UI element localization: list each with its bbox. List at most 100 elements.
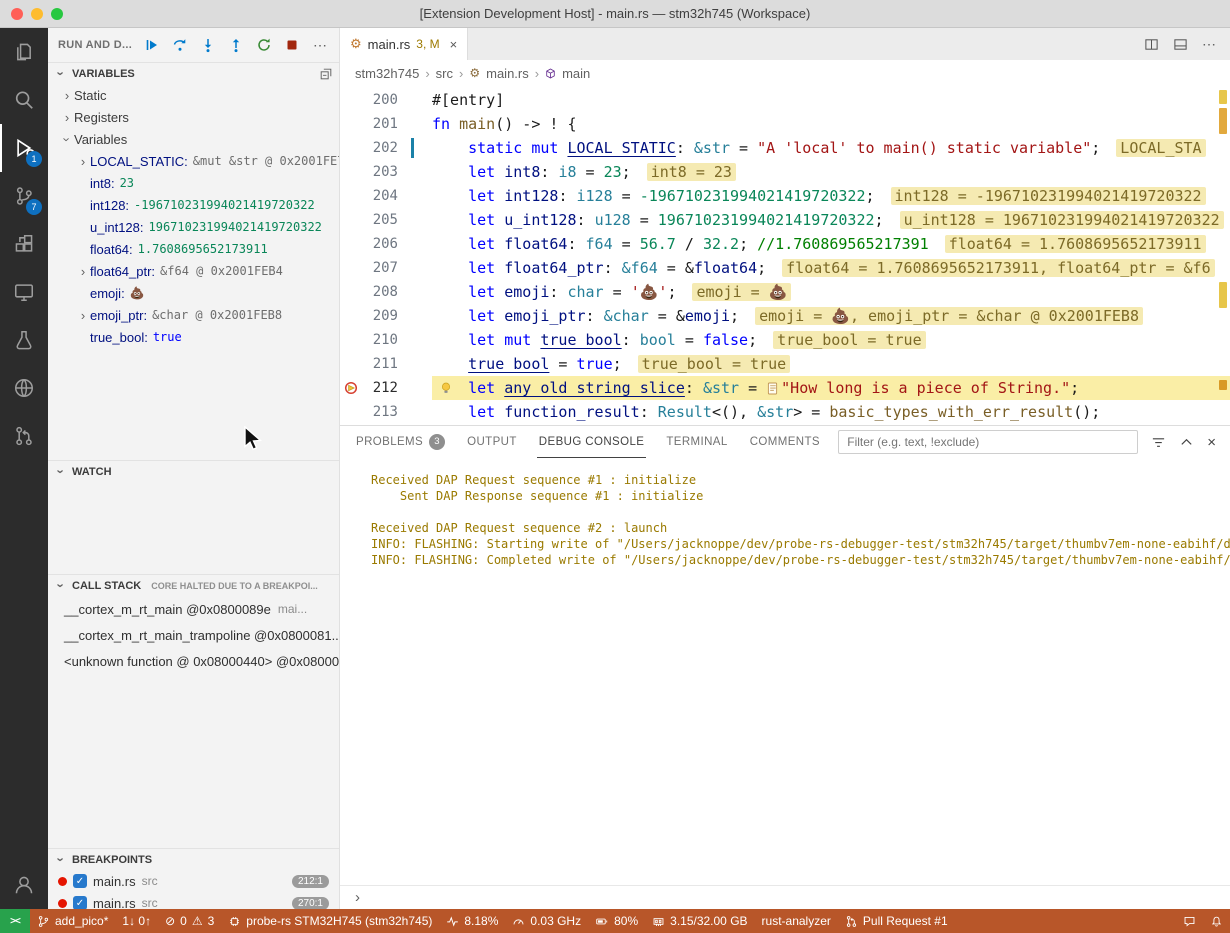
filter-lines-icon[interactable] [1151, 435, 1166, 450]
battery-item[interactable]: 80% [588, 909, 645, 933]
code-line[interactable]: 213 let function_result: Result<(), &str… [340, 400, 1230, 424]
breakpoint-row[interactable]: ✓main.rssrc212:1 [48, 870, 339, 892]
tab-main-rs[interactable]: ⚙ main.rs 3, M × [340, 28, 468, 60]
variable-row[interactable]: u_int128:196710231994021419720322 [48, 216, 339, 238]
minimize-window-icon[interactable] [31, 8, 43, 20]
variable-row[interactable]: int128:-196710231994021419720322 [48, 194, 339, 216]
variables-section-header[interactable]: › VARIABLES [48, 62, 339, 84]
split-editor-icon[interactable] [1144, 37, 1159, 52]
breadcrumb-item[interactable]: main [562, 66, 590, 81]
memory-item[interactable]: 3.15/32.00 GB [645, 909, 754, 933]
code-line[interactable]: 203 let int8: i8 = 23;int8 = 23 [340, 160, 1230, 184]
cpu-freq-item[interactable]: 0.03 GHz [505, 909, 588, 933]
activity-extensions[interactable] [0, 220, 48, 268]
variable-row[interactable]: ›float64_ptr:&f64 @ 0x2001FEB4 [48, 260, 339, 282]
breakpoint-checkbox[interactable]: ✓ [73, 896, 87, 909]
activity-pull-requests[interactable] [0, 412, 48, 460]
activity-source-control[interactable]: 7 [0, 172, 48, 220]
panel-tab-terminal[interactable]: TERMINAL [664, 426, 729, 458]
watch-section-header[interactable]: › WATCH [48, 460, 339, 482]
stop-button[interactable] [283, 36, 301, 54]
breakpoints-section-header[interactable]: › BREAKPOINTS [48, 848, 339, 870]
debug-console-input[interactable]: › [340, 885, 1230, 909]
step-into-button[interactable] [199, 36, 217, 54]
remote-indicator[interactable]: >< [0, 909, 30, 933]
collapse-all-icon[interactable] [319, 67, 333, 81]
step-out-button[interactable] [227, 36, 245, 54]
code-editor[interactable]: 200#[entry]201fn main() -> ! {202 static… [340, 86, 1230, 425]
code-line[interactable]: 204 let int128: i128 = -1967102319940214… [340, 184, 1230, 208]
breadcrumb-item[interactable]: stm32h745 [355, 66, 419, 81]
continue-button[interactable] [143, 36, 161, 54]
activity-explorer[interactable] [0, 28, 48, 76]
variable-row[interactable]: emoji:💩 [48, 282, 339, 304]
code-line[interactable]: 201fn main() -> ! { [340, 112, 1230, 136]
code-line[interactable]: 205 let u_int128: u128 = 196710231994021… [340, 208, 1230, 232]
code-line[interactable]: 212 let any_old_string_slice: &str = "Ho… [340, 376, 1230, 400]
activity-search[interactable] [0, 76, 48, 124]
variable-row[interactable]: true_bool:true [48, 326, 339, 348]
step-over-button[interactable] [171, 36, 189, 54]
debug-console-output[interactable]: Received DAP Request sequence #1 : initi… [340, 458, 1230, 885]
filter-input[interactable] [847, 435, 1129, 449]
variable-row[interactable]: ›Variables [48, 128, 339, 150]
code-line[interactable]: 202 static mut LOCAL_STATIC: &str = "A '… [340, 136, 1230, 160]
overview-ruler[interactable] [1216, 86, 1230, 425]
variable-row[interactable]: ›Static [48, 84, 339, 106]
code-line[interactable]: 210 let mut true_bool: bool = false;true… [340, 328, 1230, 352]
call-stack-frame[interactable]: <unknown function @ 0x08000440> @0x08000… [48, 648, 339, 674]
close-icon[interactable]: × [450, 37, 458, 52]
activity-github[interactable] [0, 364, 48, 412]
variable-row[interactable]: ›LOCAL_STATIC:&mut &str @ 0x2001FE78 [48, 150, 339, 172]
variable-row[interactable]: int8:23 [48, 172, 339, 194]
code-line[interactable]: 200#[entry] [340, 88, 1230, 112]
feedback-item[interactable] [1176, 909, 1203, 933]
call-stack-frame[interactable]: __cortex_m_rt_main_trampoline @0x0800081… [48, 622, 339, 648]
cpu-usage-item[interactable]: 8.18% [439, 909, 505, 933]
code-line[interactable]: 207 let float64_ptr: &f64 = &float64;flo… [340, 256, 1230, 280]
git-sync-item[interactable]: 1↓ 0↑ [115, 909, 158, 933]
code-line[interactable]: 211 true_bool = true;true_bool = true [340, 352, 1230, 376]
problems-item[interactable]: ⊘ 0 ⚠ 3 [158, 909, 221, 933]
activity-testing[interactable] [0, 316, 48, 364]
rust-analyzer-item[interactable]: rust-analyzer [755, 909, 838, 933]
maximize-panel-icon[interactable] [1179, 435, 1194, 450]
breakpoint-row[interactable]: ✓main.rssrc270:1 [48, 892, 339, 909]
git-branch-item[interactable]: add_pico* [30, 909, 115, 933]
close-panel-icon[interactable]: × [1207, 434, 1216, 451]
code-line[interactable]: 208 let emoji: char = '💩';emoji = 💩 [340, 280, 1230, 304]
code-line[interactable]: 206 let float64: f64 = 56.7 / 32.2; //1.… [340, 232, 1230, 256]
debug-more-actions-icon[interactable]: ⋯ [311, 36, 329, 54]
activity-remote-explorer[interactable] [0, 268, 48, 316]
panel-tab-debug-console[interactable]: DEBUG CONSOLE [537, 426, 647, 458]
pull-request-item[interactable]: Pull Request #1 [838, 909, 955, 933]
debug-target-item[interactable]: probe-rs STM32H745 (stm32h745) [221, 909, 439, 933]
code-token: emoji_ptr [504, 307, 585, 325]
call-stack-frame[interactable]: __cortex_m_rt_main @0x0800089emai... [48, 596, 339, 622]
activity-account[interactable] [0, 861, 48, 909]
console-filter[interactable] [838, 430, 1138, 454]
panel-tab-comments[interactable]: COMMENTS [748, 426, 822, 458]
call-stack-section-header[interactable]: › CALL STACK CORE HALTED DUE TO A BREAKP… [48, 574, 339, 596]
notifications-item[interactable] [1203, 909, 1230, 933]
line-number: 202 [362, 136, 398, 160]
close-window-icon[interactable] [11, 8, 23, 20]
breakpoint-current-line-icon[interactable] [340, 376, 362, 400]
lightbulb-icon[interactable] [439, 381, 453, 395]
code-line[interactable]: 209 let emoji_ptr: &char = &emoji;emoji … [340, 304, 1230, 328]
breadcrumb-item[interactable]: src [436, 66, 453, 81]
call-stack-note: CORE HALTED DUE TO A BREAKPOI... [151, 581, 318, 591]
variable-row[interactable]: ›Registers [48, 106, 339, 128]
toggle-layout-icon[interactable] [1173, 37, 1188, 52]
breakpoint-checkbox[interactable]: ✓ [73, 874, 87, 888]
variable-row[interactable]: ›emoji_ptr:&char @ 0x2001FEB8 [48, 304, 339, 326]
variable-row[interactable]: float64:1.7608695652173911 [48, 238, 339, 260]
panel-tab-output[interactable]: OUTPUT [465, 426, 519, 458]
window-controls[interactable] [11, 8, 63, 20]
more-actions-icon[interactable]: ⋯ [1202, 36, 1216, 53]
restart-button[interactable] [255, 36, 273, 54]
panel-tab-problems[interactable]: PROBLEMS3 [354, 426, 447, 458]
activity-run-debug[interactable]: 1 [0, 124, 48, 172]
breadcrumb-item[interactable]: main.rs [486, 66, 529, 81]
zoom-window-icon[interactable] [51, 8, 63, 20]
